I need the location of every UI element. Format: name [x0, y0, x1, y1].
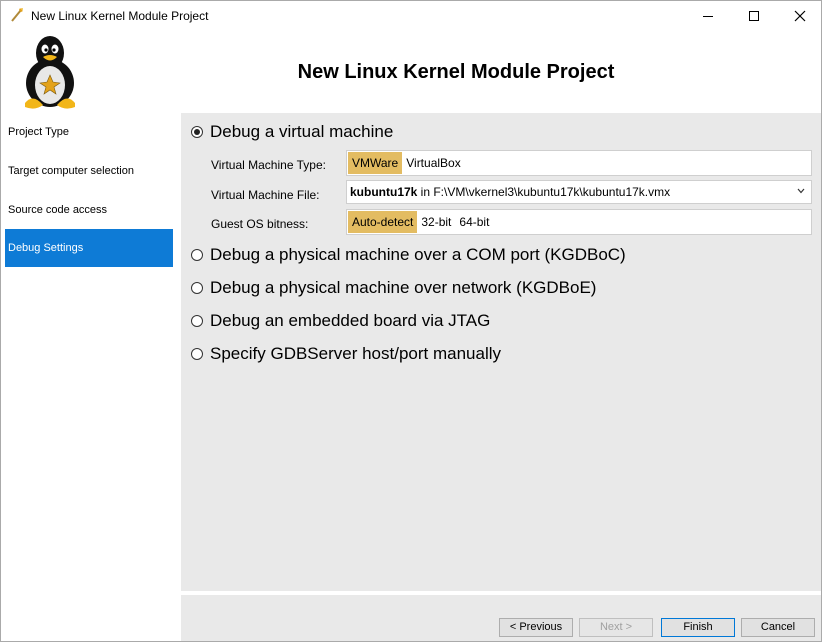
vm-type-option-virtualbox[interactable]: VirtualBox [402, 152, 464, 174]
wizard-header: New Linux Kernel Module Project [1, 31, 821, 111]
minimize-icon [703, 15, 713, 17]
window-title: New Linux Kernel Module Project [31, 9, 209, 23]
sidebar-item-debug-settings[interactable]: Debug Settings [5, 229, 173, 267]
bitness-option-64[interactable]: 64-bit [455, 211, 493, 233]
bitness-selector: Auto-detect 32-bit 64-bit [346, 209, 812, 235]
title-bar: New Linux Kernel Module Project [1, 1, 821, 31]
vm-file-dropdown[interactable]: kubuntu17k in F:\VM\vkernel3\kubuntu17k\… [346, 180, 812, 204]
debug-settings-panel: Debug a virtual machine Virtual Machine … [181, 113, 821, 591]
wizard-footer: < Previous Next > Finish Cancel [181, 595, 821, 641]
radio-debug-vm[interactable]: Debug a virtual machine [191, 121, 393, 143]
radio-label: Debug a virtual machine [210, 122, 394, 141]
close-icon [794, 10, 806, 22]
finish-button[interactable]: Finish [661, 618, 735, 637]
cancel-button[interactable]: Cancel [741, 618, 815, 637]
wizard-sidebar: Project Type Target computer selection S… [1, 111, 177, 641]
radio-label: Debug an embedded board via JTAG [210, 311, 491, 330]
next-button[interactable]: Next > [579, 618, 653, 637]
sidebar-item-source-code[interactable]: Source code access [5, 191, 173, 229]
close-button[interactable] [777, 1, 822, 31]
vm-file-value: kubuntu17k in F:\VM\vkernel3\kubuntu17k\… [348, 185, 670, 199]
radio-indicator[interactable] [191, 348, 203, 360]
radio-label: Specify GDBServer host/port manually [210, 344, 502, 363]
maximize-icon [749, 11, 759, 21]
radio-label: Debug a physical machine over network (K… [210, 278, 597, 297]
radio-gdbserver-manual[interactable]: Specify GDBServer host/port manually [191, 343, 501, 365]
radio-debug-jtag[interactable]: Debug an embedded board via JTAG [191, 310, 490, 332]
vm-file-label: Virtual Machine File: [211, 188, 320, 202]
radio-indicator[interactable] [191, 249, 203, 261]
previous-button[interactable]: < Previous [499, 618, 573, 637]
sidebar-item-project-type[interactable]: Project Type [5, 113, 173, 151]
wizard-window: New Linux Kernel Module Project New Linu… [0, 0, 822, 642]
radio-indicator[interactable] [191, 315, 203, 327]
bitness-option-auto[interactable]: Auto-detect [348, 211, 418, 233]
vm-type-selector: VMWare VirtualBox [346, 150, 812, 176]
page-title: New Linux Kernel Module Project [297, 61, 615, 83]
app-wand-icon [11, 8, 23, 22]
radio-indicator[interactable] [191, 282, 203, 294]
radio-label: Debug a physical machine over a COM port… [210, 245, 626, 264]
tux-penguin-logo [25, 36, 75, 109]
radio-indicator[interactable] [191, 126, 203, 138]
bitness-option-32[interactable]: 32-bit [417, 211, 455, 233]
vm-type-option-vmware[interactable]: VMWare [348, 152, 403, 174]
sidebar-item-target-computer[interactable]: Target computer selection [5, 152, 173, 190]
radio-debug-network[interactable]: Debug a physical machine over network (K… [191, 277, 596, 299]
vm-file-name: kubuntu17k [350, 185, 418, 199]
radio-debug-com-port[interactable]: Debug a physical machine over a COM port… [191, 244, 626, 266]
minimize-button[interactable] [685, 1, 731, 31]
vm-file-path: in F:\VM\vkernel3\kubuntu17k\kubuntu17k.… [417, 185, 671, 199]
maximize-button[interactable] [731, 1, 777, 31]
vm-type-label: Virtual Machine Type: [211, 158, 326, 172]
chevron-down-icon[interactable] [797, 187, 805, 195]
bitness-label: Guest OS bitness: [211, 217, 309, 231]
